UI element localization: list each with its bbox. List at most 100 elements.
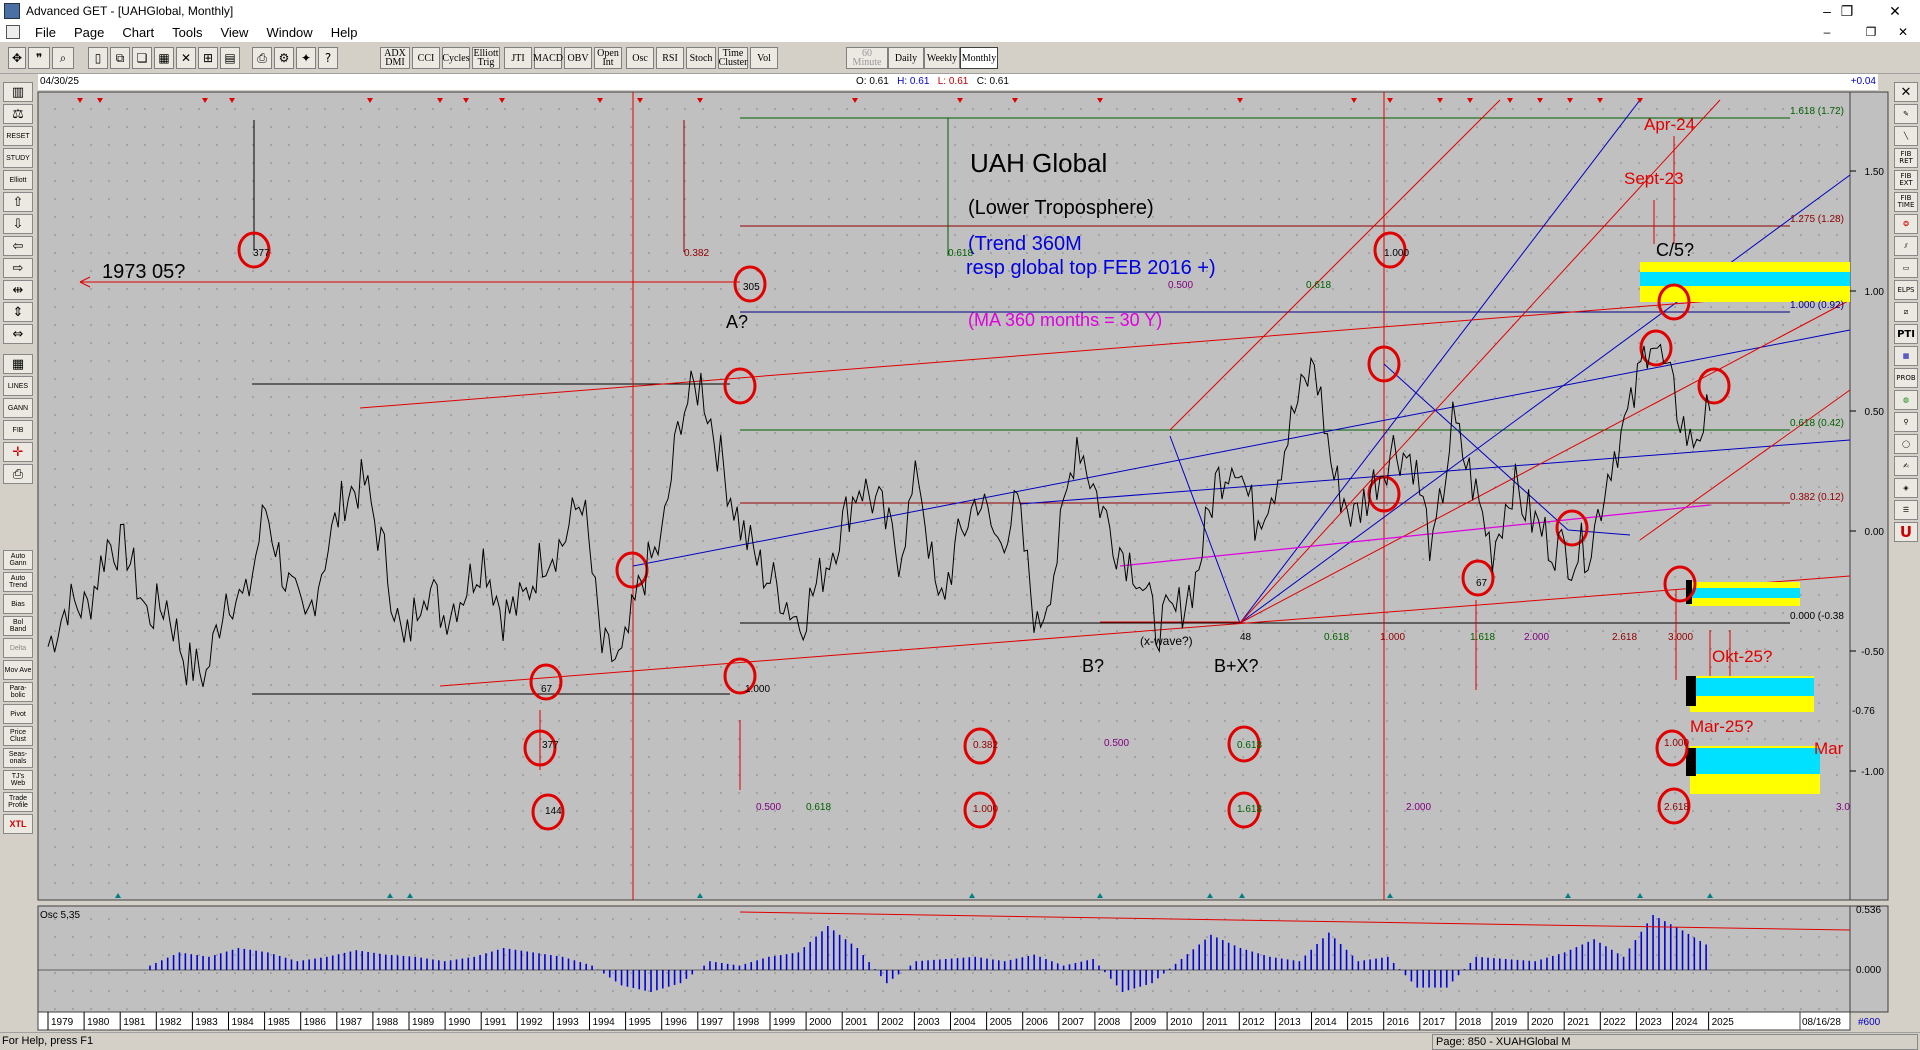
timeframe-weekly-button[interactable]: Weekly	[924, 47, 960, 69]
menu-file[interactable]: File	[26, 25, 65, 40]
timeframe-monthly-button[interactable]: Monthly	[960, 47, 998, 69]
timeframe-60-minute-button[interactable]: 60 Minute	[846, 47, 888, 69]
prob-button[interactable]: PROB	[1894, 368, 1918, 388]
globe-icon[interactable]: ◍	[1894, 390, 1918, 410]
elps-button[interactable]: ELPS	[1894, 280, 1918, 300]
timeframe-daily-button[interactable]: Daily	[888, 47, 924, 69]
gann-button[interactable]: GANN	[3, 398, 33, 418]
doc-minimize-button[interactable]: –	[1804, 22, 1850, 42]
auto-gann-button[interactable]: Auto Gann	[3, 550, 33, 570]
study-vol-button[interactable]: Vol	[750, 47, 778, 69]
menu-view[interactable]: View	[211, 25, 257, 40]
study-osc-button[interactable]: Osc	[626, 47, 654, 69]
y-tick-label: -1.00	[1861, 767, 1884, 778]
study-adx-dmi-button[interactable]: ADX DMI	[380, 47, 410, 69]
fib-button[interactable]: FIB	[3, 420, 33, 440]
chart-area[interactable]: 1.50 1.00 0.50 0.00 -0.50 -1.00 1979 1980 1981 19…	[0, 0, 1920, 1050]
price-panel[interactable]	[37, 91, 1851, 901]
chart-tool-icon[interactable]: ▥	[3, 82, 33, 102]
study-button[interactable]: STUDY	[3, 148, 33, 168]
print-icon[interactable]: ⎙	[252, 47, 272, 69]
delta-button[interactable]: Delta	[3, 638, 33, 658]
spiral-icon[interactable]: ❂	[1894, 214, 1918, 234]
bol-band-button[interactable]: Bol Band	[3, 616, 33, 636]
hint-icon[interactable]: ✦	[296, 47, 316, 69]
study-jti-button[interactable]: JTI	[504, 47, 532, 69]
text-tool-icon[interactable]: ✍	[1894, 456, 1918, 476]
help-icon[interactable]: ?	[318, 47, 338, 69]
fib-time-button[interactable]: FIB TIME	[1894, 192, 1918, 212]
elliott-button[interactable]: Elliott	[3, 170, 33, 190]
parabolic-button[interactable]: Para-bolic	[3, 682, 33, 702]
lock-icon[interactable]: ⚲	[1894, 412, 1918, 432]
pencil-icon[interactable]: ✎	[1894, 104, 1918, 124]
ellipse-icon[interactable]: ◯	[1894, 434, 1918, 454]
pti-button[interactable]: PTI	[1894, 324, 1918, 344]
crosshair-icon[interactable]: ✛	[3, 442, 33, 462]
channel-2-icon[interactable]: ⧄	[1894, 302, 1918, 322]
menu-window[interactable]: Window	[257, 25, 321, 40]
copy-icon[interactable]: ⧉	[110, 47, 130, 69]
oscillator-panel[interactable]	[37, 905, 1851, 1013]
auto-trend-button[interactable]: Auto Trend	[3, 572, 33, 592]
close-study-icon[interactable]: ✕	[1894, 82, 1918, 102]
expand-horizontal-icon[interactable]: ⇔	[3, 324, 33, 344]
menu-page[interactable]: Page	[65, 25, 113, 40]
study-rsi-button[interactable]: RSI	[656, 47, 684, 69]
arrow-right-icon[interactable]: ⇨	[3, 258, 33, 278]
seasonals-button[interactable]: Seas-onals	[3, 748, 33, 768]
reset-button[interactable]: RESET	[3, 126, 33, 146]
delete-icon[interactable]: ✕	[176, 47, 196, 69]
study-stoch-button[interactable]: Stoch	[686, 47, 716, 69]
bucket-icon[interactable]: ◈	[1894, 478, 1918, 498]
grid-tool-icon[interactable]: ▦	[3, 354, 33, 374]
pivot-button[interactable]: Pivot	[3, 704, 33, 724]
chart-icon[interactable]: ▤	[220, 47, 240, 69]
study-time-cluster-button[interactable]: Time Cluster	[718, 47, 748, 69]
pointer-icon[interactable]: ✥	[8, 47, 26, 69]
box-icon[interactable]: ▭	[1894, 258, 1918, 278]
arrow-down-icon[interactable]: ⇩	[3, 214, 33, 234]
tile-icon[interactable]: ▦	[154, 47, 174, 69]
print-tool-icon[interactable]: ⎙	[3, 464, 33, 484]
study-obv-button[interactable]: OBV	[564, 47, 592, 69]
study-cycles-button[interactable]: Cycles	[442, 47, 470, 69]
grid-icon[interactable]: ⊞	[198, 47, 218, 69]
fib-ret-button[interactable]: FIB RET	[1894, 148, 1918, 168]
doc-close-button[interactable]: ✕	[1880, 22, 1920, 42]
study-elliott-trig-button[interactable]: Elliott Trig	[472, 47, 500, 69]
bias-button[interactable]: Bias	[3, 594, 33, 614]
lines-button[interactable]: LINES	[3, 376, 33, 396]
arrow-left-icon[interactable]: ⇦	[3, 236, 33, 256]
price-clust-button[interactable]: Price Clust	[3, 726, 33, 746]
cascade-icon[interactable]: ❏	[132, 47, 152, 69]
menu-chart[interactable]: Chart	[113, 25, 163, 40]
line-tool-icon[interactable]: ╲	[1894, 126, 1918, 146]
zoom-icon[interactable]: ⌕	[52, 47, 74, 69]
settings-icon[interactable]: ⚙	[274, 47, 294, 69]
menu-help[interactable]: Help	[322, 25, 367, 40]
study-macd-button[interactable]: MACD	[533, 47, 563, 69]
channel-icon[interactable]: ⫽	[1894, 236, 1918, 256]
mov-ave-button[interactable]: Mov Ave	[3, 660, 33, 680]
new-page-icon[interactable]: ▯	[88, 47, 108, 69]
quote-icon[interactable]: ❞	[28, 47, 50, 69]
arrow-up-icon[interactable]: ⇧	[3, 192, 33, 212]
trade-profile-button[interactable]: Trade Profile	[3, 792, 33, 812]
title-bar: Advanced GET - [UAHGlobal, Monthly] – ❐ …	[0, 0, 1920, 22]
menu-tools[interactable]: Tools	[163, 25, 211, 40]
compress-icon[interactable]: ⇹	[3, 280, 33, 300]
document-icon[interactable]	[6, 25, 20, 39]
close-button[interactable]: ✕	[1870, 0, 1920, 22]
fib-ext-button[interactable]: FIB EXT	[1894, 170, 1918, 190]
magnet-icon[interactable]: U	[1894, 522, 1918, 542]
tjs-web-button[interactable]: TJ's Web	[3, 770, 33, 790]
list-tool-icon[interactable]: ☰	[1894, 500, 1918, 520]
study-cci-button[interactable]: CCI	[412, 47, 440, 69]
grid-2-icon[interactable]: ▦	[1894, 346, 1918, 366]
restore-button[interactable]: ❐	[1824, 0, 1870, 22]
expand-vertical-icon[interactable]: ⇕	[3, 302, 33, 322]
xtl-button[interactable]: XTL	[3, 814, 33, 834]
scale-tool-icon[interactable]: ⚖	[3, 104, 33, 124]
study-open-int-button[interactable]: Open Int	[594, 47, 622, 69]
